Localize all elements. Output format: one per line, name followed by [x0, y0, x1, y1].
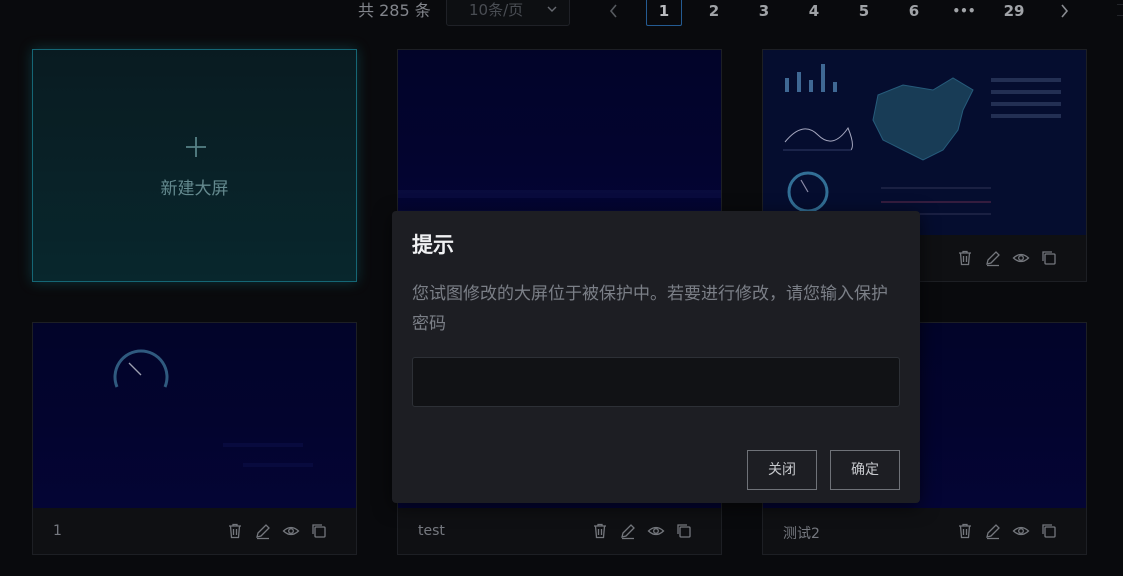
close-button[interactable]: 关闭: [747, 450, 817, 490]
dialog-message: 您试图修改的大屏位于被保护中。若要进行修改，请您输入保护密码: [412, 284, 888, 334]
confirm-button[interactable]: 确定: [830, 450, 900, 490]
password-input[interactable]: [412, 357, 900, 407]
password-dialog: 提示 您试图修改的大屏位于被保护中。若要进行修改，请您输入保护密码 关闭 确定: [392, 211, 920, 503]
dialog-title: 提示: [412, 233, 454, 257]
